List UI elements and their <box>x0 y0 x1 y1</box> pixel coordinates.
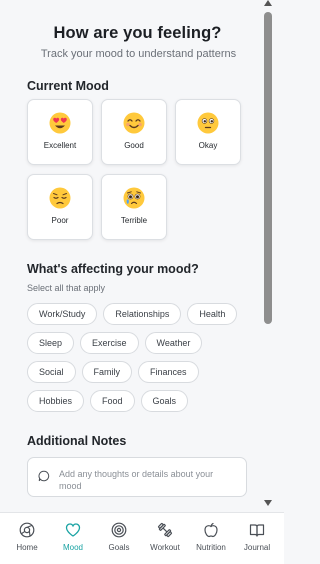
factor-chip-weather[interactable]: Weather <box>144 332 203 354</box>
mood-option-label: Excellent <box>43 141 77 150</box>
factor-chip-social[interactable]: Social <box>27 361 76 383</box>
scroll-down-arrow-icon[interactable] <box>264 500 272 506</box>
factor-chip-work-study[interactable]: Work/Study <box>27 303 98 325</box>
pensive-emoji-icon <box>49 187 71 209</box>
tab-mood[interactable]: Mood <box>51 513 95 564</box>
bottom-tab-bar: Home Mood Goals Workout Nutrition Journa… <box>0 512 284 564</box>
mood-option-good[interactable]: Good <box>101 99 167 165</box>
factors-helper-text: Select all that apply <box>27 283 106 293</box>
target-icon <box>111 522 127 538</box>
mood-option-terrible[interactable]: Terrible <box>101 174 167 240</box>
message-bubble-icon <box>38 470 50 482</box>
factor-chip-family[interactable]: Family <box>81 361 133 383</box>
neutral-emoji-icon <box>197 112 219 134</box>
mood-option-label: Poor <box>51 216 69 225</box>
page-subtitle: Track your mood to understand patterns <box>40 48 237 60</box>
tab-label: Workout <box>150 543 180 552</box>
mood-options: Excellent Good Okay Poor Terrible <box>27 99 248 240</box>
factor-chip-food[interactable]: Food <box>90 390 135 412</box>
scrollbar-thumb[interactable] <box>264 12 272 324</box>
smiling-emoji-icon <box>123 112 145 134</box>
tab-label: Home <box>16 543 38 552</box>
heart-icon <box>65 523 81 537</box>
crying-emoji-icon <box>123 187 145 209</box>
mood-option-label: Good <box>124 141 144 150</box>
tab-label: Mood <box>62 543 83 552</box>
scroll-up-arrow-icon[interactable] <box>264 0 272 6</box>
book-icon <box>249 524 265 537</box>
dumbbell-icon <box>157 522 173 538</box>
mood-option-excellent[interactable]: Excellent <box>27 99 93 165</box>
tab-label: Nutrition <box>196 543 226 552</box>
home-icon <box>19 522 35 538</box>
page-title: How are you feeling? <box>53 24 222 42</box>
notes-placeholder: Add any thoughts or details about your m… <box>59 469 214 491</box>
notes-heading: Additional Notes <box>27 434 127 448</box>
mood-option-label: Okay <box>198 141 218 150</box>
tab-goals[interactable]: Goals <box>97 513 141 564</box>
factor-chip-sleep[interactable]: Sleep <box>27 332 75 354</box>
scrollbar[interactable] <box>262 0 274 512</box>
factor-chip-exercise[interactable]: Exercise <box>80 332 139 354</box>
current-mood-heading: Current Mood <box>27 79 109 93</box>
factor-chip-relationships[interactable]: Relationships <box>103 303 182 325</box>
tab-label: Goals <box>108 543 130 552</box>
factor-chip-finances[interactable]: Finances <box>138 361 199 383</box>
mood-form: How are you feeling? Track your mood to … <box>0 24 262 497</box>
tab-journal[interactable]: Journal <box>235 513 279 564</box>
tab-label: Journal <box>243 543 271 552</box>
factor-chips: Work/Study Relationships Health Sleep Ex… <box>27 303 242 412</box>
factor-chip-goals[interactable]: Goals <box>140 390 189 412</box>
factor-chip-health[interactable]: Health <box>187 303 238 325</box>
apple-icon <box>204 522 218 538</box>
tab-home[interactable]: Home <box>5 513 49 564</box>
mood-option-okay[interactable]: Okay <box>175 99 241 165</box>
factor-chip-hobbies[interactable]: Hobbies <box>27 390 85 412</box>
heart-eyes-emoji-icon <box>49 112 71 134</box>
factors-heading: What's affecting your mood? <box>27 262 199 276</box>
tab-workout[interactable]: Workout <box>143 513 187 564</box>
mood-option-label: Terrible <box>120 216 148 225</box>
mood-option-poor[interactable]: Poor <box>27 174 93 240</box>
tab-nutrition[interactable]: Nutrition <box>189 513 233 564</box>
notes-textarea[interactable]: Add any thoughts or details about your m… <box>27 457 247 497</box>
scroll-viewport[interactable]: How are you feeling? Track your mood to … <box>0 0 262 512</box>
